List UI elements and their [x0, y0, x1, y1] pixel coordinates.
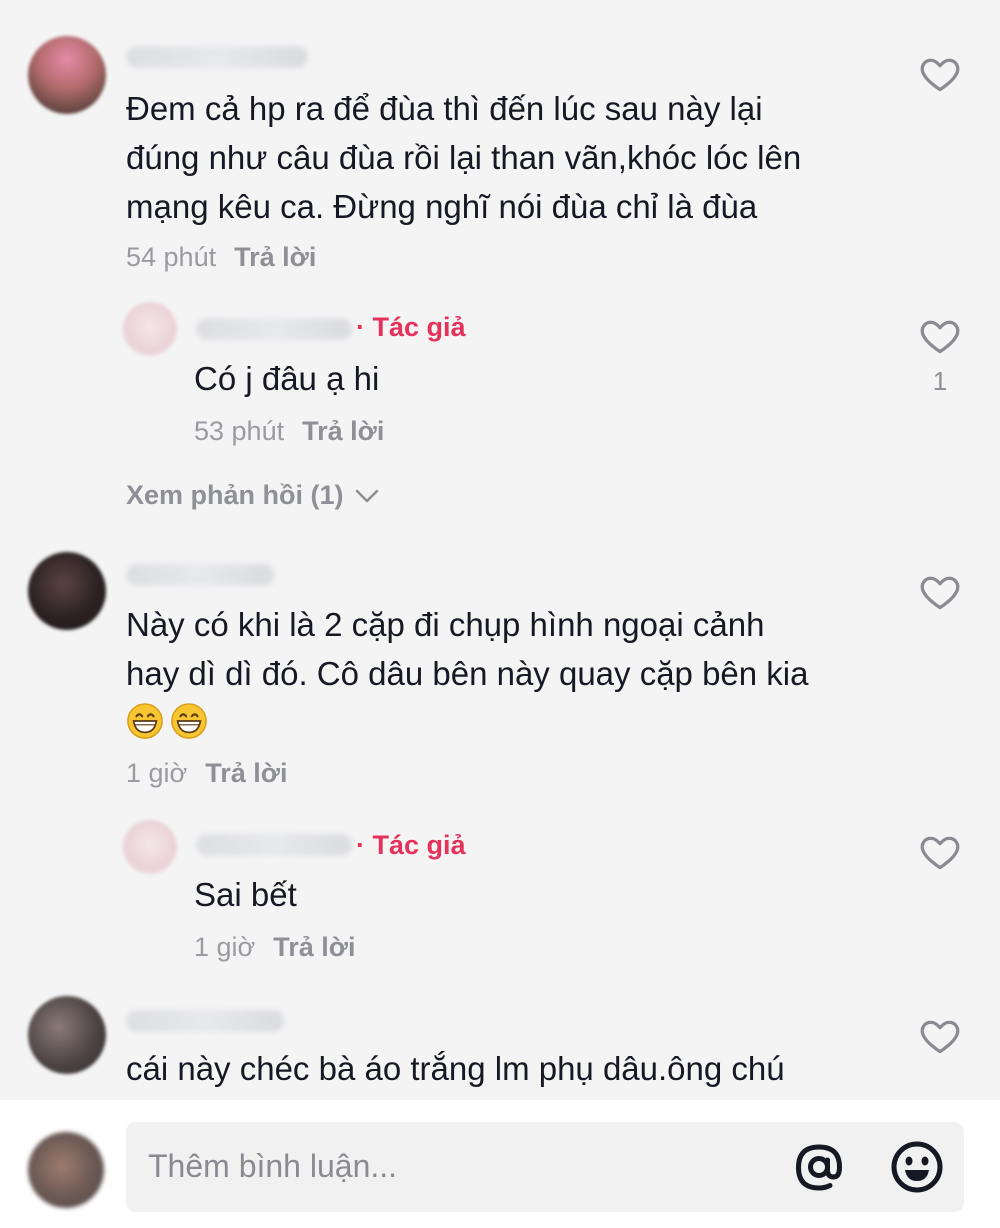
comment-text: Này có khi là 2 cặp đi chụp hình ngoại c…: [126, 600, 906, 747]
heart-outline-icon[interactable]: [918, 52, 962, 96]
comment-list[interactable]: Đem cả hp ra để đùa thì đến lúc sau này …: [0, 0, 1000, 1100]
avatar[interactable]: [28, 552, 106, 630]
reply-time: 53 phút: [194, 416, 285, 446]
emoji-face-icon[interactable]: [888, 1138, 946, 1196]
username-blurred[interactable]: [196, 834, 352, 856]
comment-text: Đem cả hp ra để đùa thì đến lúc sau này …: [126, 90, 802, 225]
username-blurred[interactable]: [126, 46, 308, 68]
heart-outline-icon[interactable]: [918, 570, 962, 614]
at-sign-icon[interactable]: [790, 1138, 848, 1196]
comment-meta: 1 giờ Trả lời: [126, 758, 287, 789]
reply-button[interactable]: Trả lời: [234, 242, 316, 272]
username-blurred[interactable]: [126, 1010, 284, 1032]
reply-text: Sai bết: [194, 876, 297, 913]
reply-meta: 1 giờ Trả lời: [194, 932, 355, 963]
heart-outline-icon[interactable]: [918, 314, 962, 358]
comment-composer: Thêm bình luận...: [0, 1100, 1000, 1228]
reply-time: 1 giờ: [194, 932, 256, 962]
comment-text: cái này chéc bà áo trắng lm phụ dâu.ông …: [126, 1050, 785, 1087]
comment-input-placeholder: Thêm bình luận...: [148, 1148, 398, 1184]
comment-input[interactable]: Thêm bình luận...: [126, 1122, 964, 1212]
heart-outline-icon[interactable]: [918, 1014, 962, 1058]
avatar[interactable]: [28, 996, 106, 1074]
avatar: [28, 1132, 104, 1208]
author-tag: · Tác giả: [356, 830, 466, 860]
grinning-face-emoji: [126, 702, 164, 740]
comment-time: 1 giờ: [126, 758, 188, 788]
comment-meta: 54 phút Trả lời: [126, 242, 316, 273]
view-replies-button[interactable]: Xem phản hồi (1): [126, 480, 380, 511]
reply-meta: 53 phút Trả lời: [194, 416, 384, 447]
emoji-row: [126, 698, 906, 747]
avatar[interactable]: [123, 302, 177, 356]
chevron-down-icon: [355, 489, 378, 502]
reply-button[interactable]: Trả lời: [302, 416, 384, 446]
avatar[interactable]: [28, 36, 106, 114]
reply-text: Có j đâu ạ hi: [194, 360, 380, 397]
reply-button[interactable]: Trả lời: [205, 758, 287, 788]
username-blurred[interactable]: [126, 564, 274, 586]
username-blurred[interactable]: [196, 318, 352, 340]
like-count: 1: [932, 366, 948, 396]
view-replies-label: Xem phản hồi (1): [126, 480, 344, 510]
comment-time: 54 phút: [126, 242, 217, 272]
author-tag: · Tác giả: [356, 312, 466, 342]
grinning-face-emoji: [170, 702, 208, 740]
reply-button[interactable]: Trả lời: [273, 932, 355, 962]
heart-outline-icon[interactable]: [918, 830, 962, 874]
avatar[interactable]: [123, 820, 177, 874]
